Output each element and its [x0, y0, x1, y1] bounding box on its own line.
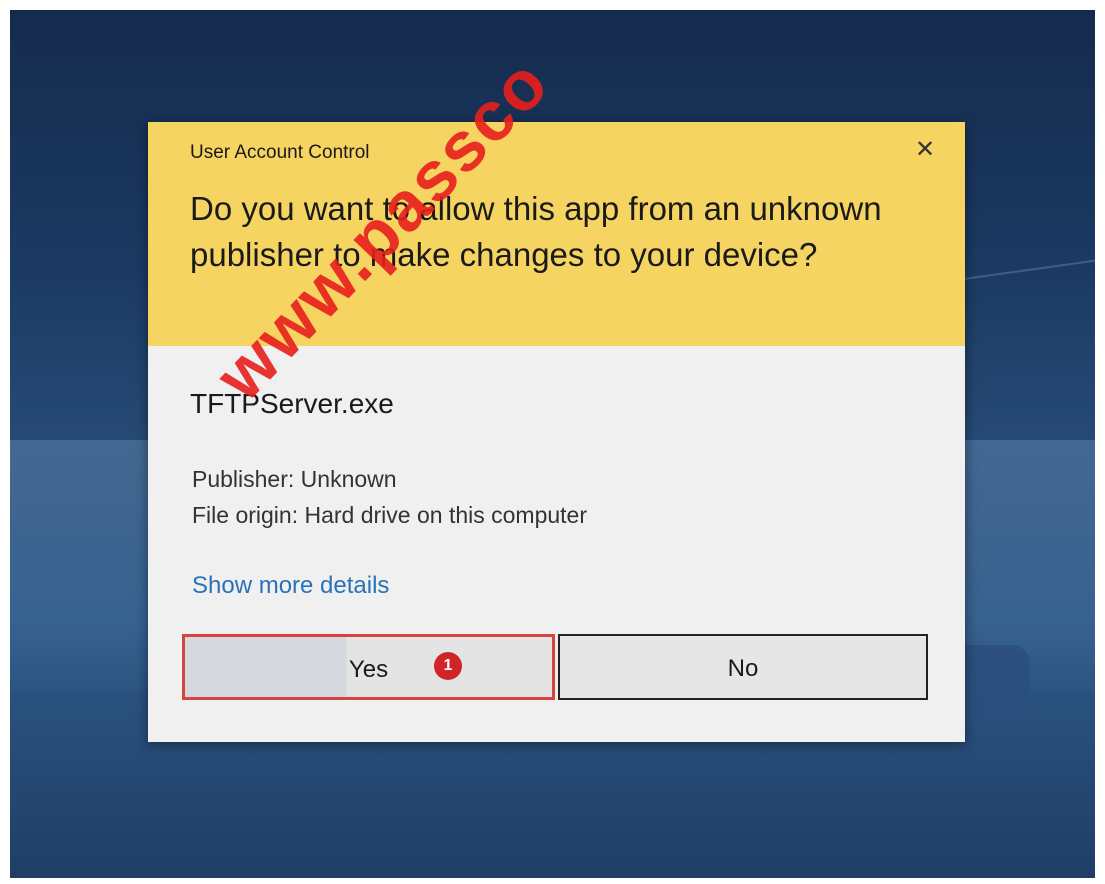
dialog-title: User Account Control [190, 142, 370, 163]
yes-button[interactable]: Yes [182, 634, 555, 700]
app-name: TFTPServer.exe [190, 388, 394, 419]
show-more-details-link[interactable]: Show more details [192, 572, 389, 600]
file-origin-info: File origin: Hard drive on this computer [192, 502, 587, 528]
close-icon[interactable]: ✕ [911, 136, 939, 164]
uac-dialog: User Account Control ✕ Do you want to al… [148, 122, 965, 742]
no-button[interactable]: No [558, 634, 928, 700]
publisher-info: Publisher: Unknown [192, 466, 397, 492]
step-badge: 1 [434, 652, 462, 680]
